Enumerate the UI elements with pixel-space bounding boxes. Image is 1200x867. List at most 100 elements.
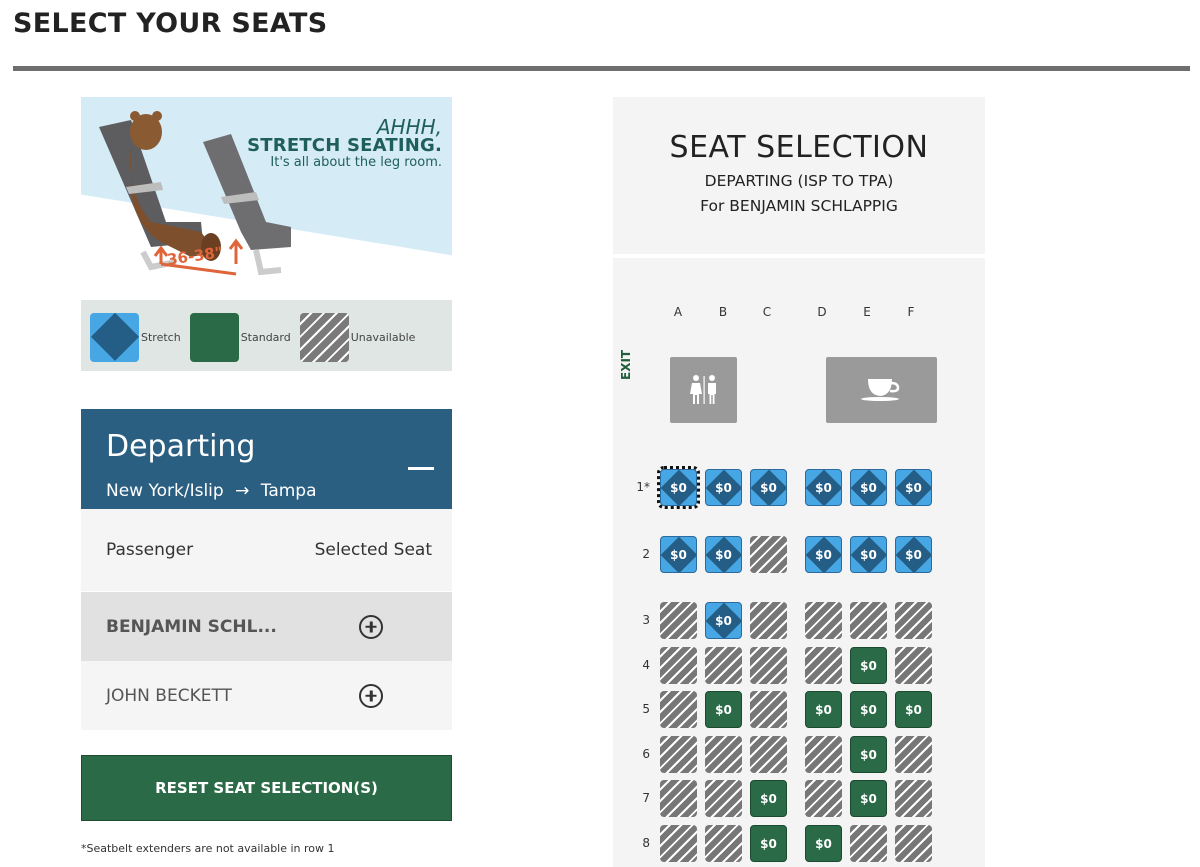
column-letter-d: D xyxy=(817,305,827,319)
add-circle-icon[interactable] xyxy=(359,683,383,708)
seat-7e-standard[interactable]: $0 xyxy=(850,780,887,817)
seat-1c-stretch[interactable]: $0 xyxy=(750,469,787,506)
seat-8b-unavailable xyxy=(705,825,742,862)
promo-line3: It's all about the leg room. xyxy=(270,155,442,170)
seat-5b-standard[interactable]: $0 xyxy=(705,691,742,728)
seat-7d-unavailable xyxy=(805,780,842,817)
promo-line1: AHHH, xyxy=(376,115,442,139)
seat-3f-unavailable xyxy=(895,602,932,639)
seat-5e-standard[interactable]: $0 xyxy=(850,691,887,728)
seat-selection-title: SEAT SELECTION xyxy=(669,130,929,165)
seat-6b-unavailable xyxy=(705,736,742,773)
legend-stretch: Stretch xyxy=(90,312,181,362)
seat-price: $0 xyxy=(860,702,877,717)
row-label: 3 xyxy=(642,613,650,627)
seat-1a-stretch[interactable]: $0 xyxy=(657,466,700,509)
promo-line2: STRETCH SEATING. xyxy=(247,135,442,156)
row-label: 1* xyxy=(636,480,650,494)
unavailable-swatch-icon xyxy=(299,312,349,362)
departing-route: New York/Islip → Tampa xyxy=(106,481,317,501)
passenger-name: BENJAMIN SCHL... xyxy=(106,616,277,637)
seat-2c-unavailable xyxy=(750,536,787,573)
restroom-icon xyxy=(689,375,716,404)
seat-price: $0 xyxy=(860,747,877,762)
seat-price: $0 xyxy=(670,547,687,562)
column-letter-a: A xyxy=(673,305,683,319)
seat-3d-unavailable xyxy=(805,602,842,639)
seat-7b-unavailable xyxy=(705,780,742,817)
column-letter-e: E xyxy=(863,305,871,319)
seat-price: $0 xyxy=(860,480,877,495)
seat-6e-standard[interactable]: $0 xyxy=(850,736,887,773)
seat-1d-stretch[interactable]: $0 xyxy=(805,469,842,506)
seat-2e-stretch[interactable]: $0 xyxy=(850,536,887,573)
seat-4d-unavailable xyxy=(805,647,842,684)
seat-legend: Stretch Standard Unavailable xyxy=(81,303,452,371)
page-title: SELECT YOUR SEATS xyxy=(13,8,328,39)
seat-1b-stretch[interactable]: $0 xyxy=(705,469,742,506)
seat-5d-standard[interactable]: $0 xyxy=(805,691,842,728)
seat-1f-stretch[interactable]: $0 xyxy=(895,469,932,506)
legend-label: Stretch xyxy=(141,330,181,344)
seat-price: $0 xyxy=(760,480,777,495)
row-label: 8 xyxy=(642,836,650,850)
reset-seat-selection-button[interactable]: RESET SEAT SELECTION(S) xyxy=(81,755,452,821)
legend-label: Unavailable xyxy=(350,330,416,344)
seat-price: $0 xyxy=(815,480,832,495)
coffee-cup-icon xyxy=(860,379,899,401)
origin-city: New York/Islip xyxy=(106,481,224,501)
seat-price: $0 xyxy=(905,547,922,562)
seat-4e-standard[interactable]: $0 xyxy=(850,647,887,684)
seat-1e-stretch[interactable]: $0 xyxy=(850,469,887,506)
seat-8f-unavailable xyxy=(895,825,932,862)
passenger-name: JOHN BECKETT xyxy=(106,685,232,706)
promo-illustration: 36-38" AHHH, STRETCH SEATING. It's all a… xyxy=(81,97,452,300)
passenger-for-line: For BENJAMIN SCHLAPPIG xyxy=(700,197,898,215)
departing-header[interactable]: Departing New York/Islip → Tampa xyxy=(81,409,452,509)
seat-3b-stretch[interactable]: $0 xyxy=(705,602,742,639)
seat-3a-unavailable xyxy=(660,602,697,639)
seat-price: $0 xyxy=(905,480,922,495)
passenger-table-header: Passenger Selected Seat xyxy=(81,509,452,591)
column-letter-b: B xyxy=(718,305,728,319)
seat-8c-standard[interactable]: $0 xyxy=(750,825,787,862)
arrow-right-icon: → xyxy=(235,481,250,501)
seat-price: $0 xyxy=(815,836,832,851)
seat-5f-standard[interactable]: $0 xyxy=(895,691,932,728)
seat-6f-unavailable xyxy=(895,736,932,773)
seat-price: $0 xyxy=(715,613,732,628)
seatbelt-footnote: *Seatbelt extenders are not available in… xyxy=(81,842,335,855)
stretch-swatch-icon xyxy=(90,312,139,362)
selected-seat-column-header: Selected Seat xyxy=(314,540,432,560)
seat-8e-unavailable xyxy=(850,825,887,862)
seat-2b-stretch[interactable]: $0 xyxy=(705,536,742,573)
seat-6d-unavailable xyxy=(805,736,842,773)
departing-title: Departing xyxy=(106,429,256,464)
column-letter-c: C xyxy=(762,305,772,319)
galley xyxy=(826,357,937,423)
seat-4c-unavailable xyxy=(750,647,787,684)
collapse-minus-icon[interactable] xyxy=(408,467,434,470)
seat-price: $0 xyxy=(860,791,877,806)
seat-selection-header: SEAT SELECTION DEPARTING (ISP TO TPA) Fo… xyxy=(613,97,985,254)
seat-4f-unavailable xyxy=(895,647,932,684)
seat-7f-unavailable xyxy=(895,780,932,817)
seat-2d-stretch[interactable]: $0 xyxy=(805,536,842,573)
seat-price: $0 xyxy=(815,547,832,562)
seat-8d-standard[interactable]: $0 xyxy=(805,825,842,862)
exit-label: EXIT xyxy=(619,349,633,380)
passenger-row-benjamin[interactable]: BENJAMIN SCHL... xyxy=(81,592,452,661)
seat-7c-standard[interactable]: $0 xyxy=(750,780,787,817)
seat-price: $0 xyxy=(715,480,732,495)
row-label: 5 xyxy=(642,702,650,716)
seat-7a-unavailable xyxy=(660,780,697,817)
seat-price: $0 xyxy=(760,836,777,851)
seat-3e-unavailable xyxy=(850,602,887,639)
stretch-seating-promo: 36-38" AHHH, STRETCH SEATING. It's all a… xyxy=(81,97,452,371)
passenger-row-john[interactable]: JOHN BECKETT xyxy=(81,661,452,730)
seat-2f-stretch[interactable]: $0 xyxy=(895,536,932,573)
legend-unavailable: Unavailable xyxy=(299,312,416,362)
seat-2a-stretch[interactable]: $0 xyxy=(660,536,697,573)
add-circle-icon[interactable] xyxy=(359,614,383,639)
seat-6c-unavailable xyxy=(750,736,787,773)
